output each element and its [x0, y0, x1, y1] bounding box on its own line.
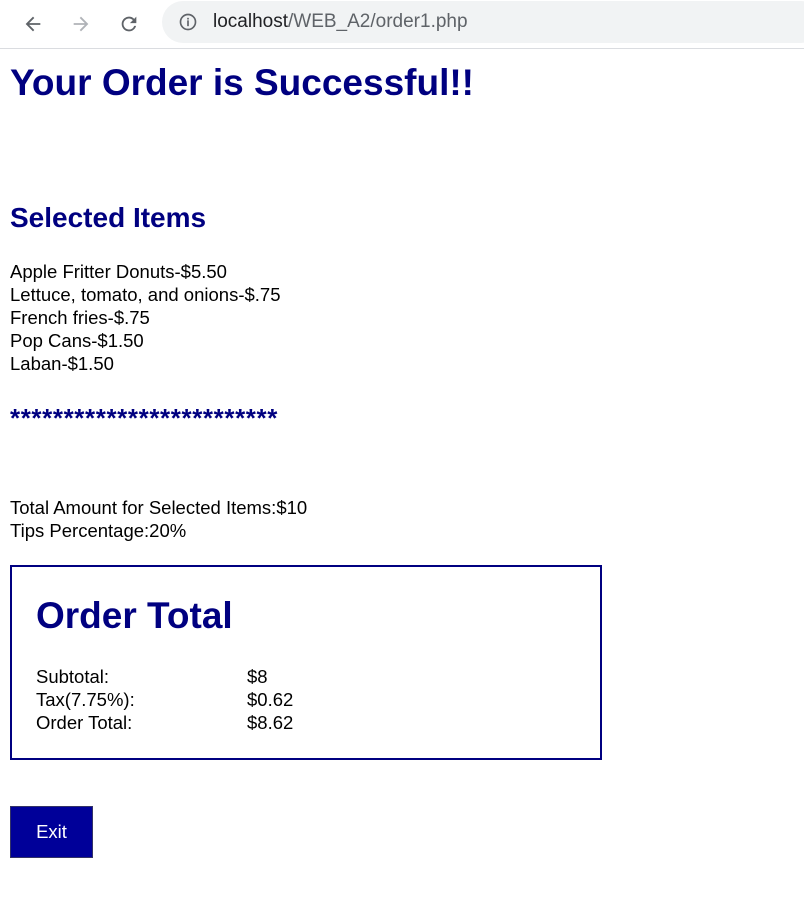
subtotal-label: Subtotal:: [36, 666, 110, 687]
list-item: Laban-$1.50: [10, 353, 114, 374]
selected-items-list: Apple Fritter Donuts-$5.50 Lettuce, toma…: [10, 260, 281, 375]
tax-value: $0.62: [247, 689, 294, 710]
url-host: localhost: [213, 11, 288, 32]
forward-button[interactable]: [65, 8, 97, 40]
browser-toolbar: localhost/WEB_A2/order1.php: [0, 0, 804, 49]
selected-items-heading: Selected Items: [10, 202, 207, 233]
list-item: Lettuce, tomato, and onions-$.75: [10, 284, 281, 305]
order-total-box: Order Total Subtotal: $8 Tax(7.75%): $0.…: [10, 565, 602, 760]
list-item: Apple Fritter Donuts-$5.50: [10, 261, 227, 282]
arrow-left-icon: [25, 16, 41, 32]
exit-button[interactable]: Exit: [10, 806, 93, 858]
order-total-label: Order Total:: [36, 712, 133, 733]
address-bar[interactable]: localhost/WEB_A2/order1.php: [162, 1, 804, 43]
total-amount-line: Total Amount for Selected Items:$10: [10, 497, 308, 518]
tips-percentage-line: Tips Percentage:20%: [10, 520, 187, 541]
info-icon[interactable]: [178, 12, 198, 32]
reload-button[interactable]: [113, 8, 145, 40]
arrow-right-icon: [73, 16, 89, 32]
order-total-heading: Order Total: [36, 595, 233, 636]
url-text[interactable]: localhost/WEB_A2/order1.php: [213, 12, 468, 32]
star-separator: *************************: [10, 403, 278, 433]
totals-summary: Total Amount for Selected Items:$10 Tips…: [10, 496, 307, 542]
page-title: Your Order is Successful!!: [10, 62, 474, 103]
reload-icon: [121, 16, 137, 32]
order-total-value: $8.62: [247, 712, 294, 733]
list-item: French fries-$.75: [10, 307, 150, 328]
list-item: Pop Cans-$1.50: [10, 330, 144, 351]
url-path: /WEB_A2/order1.php: [288, 11, 468, 32]
subtotal-value: $8: [247, 666, 268, 687]
tax-label: Tax(7.75%):: [36, 689, 135, 710]
back-button[interactable]: [17, 8, 49, 40]
